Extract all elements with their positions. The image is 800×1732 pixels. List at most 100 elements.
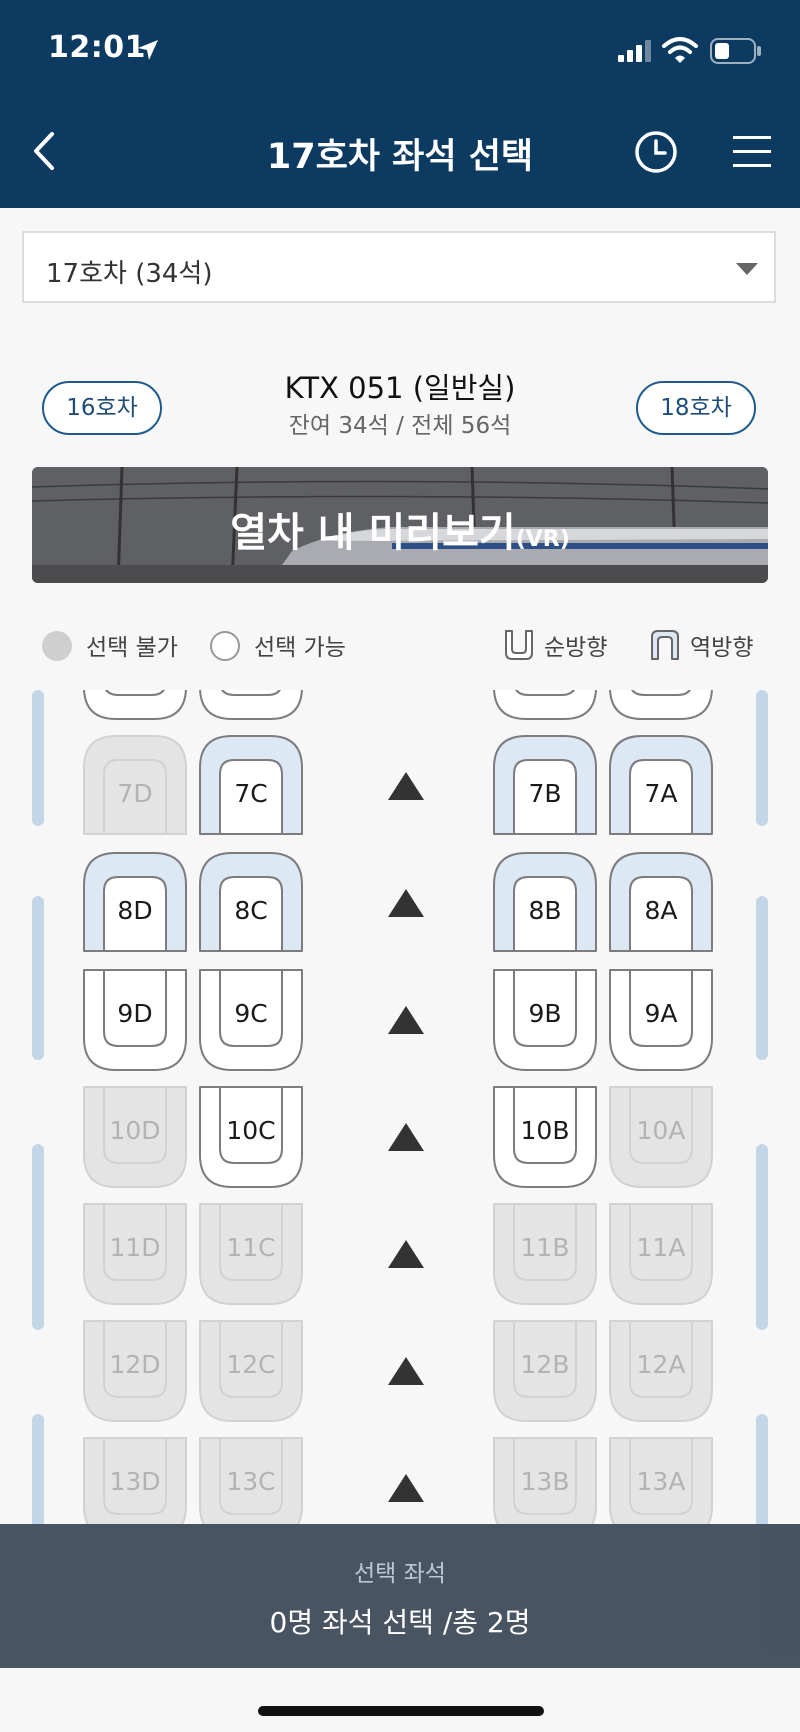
aisle-direction-icon	[388, 1357, 424, 1385]
seat-7B[interactable]: 7B	[492, 734, 598, 838]
seat-label: 11B	[520, 1232, 570, 1262]
aisle-direction-icon	[388, 1006, 424, 1034]
home-area	[0, 1668, 800, 1732]
seat-8B[interactable]: 8B	[492, 851, 598, 955]
menu-button[interactable]	[733, 134, 771, 174]
seat-label: 8B	[528, 895, 562, 925]
seat-label: 7A	[644, 778, 678, 808]
cellular-signal-icon	[618, 40, 651, 62]
seat-label: 13D	[109, 1466, 161, 1496]
selection-count: 0명 좌석 선택 /총 2명	[269, 1606, 531, 1639]
battery-icon	[710, 38, 761, 64]
seat-10A: 10A	[608, 1085, 714, 1189]
hamburger-menu-icon	[733, 136, 771, 167]
seat-10C[interactable]: 10C	[198, 1085, 304, 1189]
seat-label: 9B	[528, 998, 562, 1028]
seat-label: 9D	[117, 998, 153, 1028]
reverse-seat-icon	[651, 630, 679, 660]
seat-label: 7D	[117, 778, 153, 808]
window-wall	[32, 896, 44, 1060]
seat-label: 8D	[117, 895, 153, 925]
aisle-direction-icon	[388, 889, 424, 917]
aisle-direction-icon	[388, 1123, 424, 1151]
selection-panel-title: 선택 좌석	[354, 1561, 446, 1587]
legend-available: 선택 가능	[254, 635, 346, 661]
clock-icon	[635, 131, 677, 173]
seat-13B: 13B	[492, 1436, 598, 1524]
seat-9C[interactable]: 9C	[198, 968, 304, 1072]
seat-label: 12A	[636, 1349, 686, 1379]
seat-label: 12B	[520, 1349, 570, 1379]
seat-7D: 7D	[82, 734, 188, 838]
seat-label: 9C	[234, 998, 268, 1028]
seat-8D[interactable]: 8D	[82, 851, 188, 955]
seat-11B: 11B	[492, 1202, 598, 1306]
next-car-button[interactable]: 18호차	[636, 381, 756, 435]
seat-label: 7B	[528, 778, 562, 808]
vr-preview-label: 열차 내 미리보기(VR)	[230, 510, 570, 556]
legend-reverse: 역방향	[690, 635, 754, 661]
page-title: 17호차 좌석 선택	[266, 137, 534, 177]
seat-7C[interactable]: 7C	[198, 734, 304, 838]
seat-label: 13C	[226, 1466, 276, 1496]
seat-partial	[82, 690, 188, 721]
seat-10D: 10D	[82, 1085, 188, 1189]
seat-label: 12C	[226, 1349, 276, 1379]
window-wall	[756, 896, 768, 1060]
seat-label: 11C	[226, 1232, 276, 1262]
caret-down-icon	[736, 263, 758, 275]
seat-label: 11D	[109, 1232, 161, 1262]
window-wall	[756, 1414, 768, 1524]
seat-12C: 12C	[198, 1319, 304, 1423]
seat-partial	[492, 690, 598, 721]
seat-label: 8C	[234, 895, 268, 925]
seat-partial	[198, 690, 304, 721]
car-select-value: 17호차 (34석)	[46, 259, 213, 289]
seat-9D[interactable]: 9D	[82, 968, 188, 1072]
home-indicator[interactable]	[258, 1706, 544, 1716]
seat-13D: 13D	[82, 1436, 188, 1524]
seat-label: 10D	[109, 1115, 161, 1145]
seat-label: 9A	[644, 998, 678, 1028]
seat-12D: 12D	[82, 1319, 188, 1423]
legend-forward: 순방향	[544, 635, 608, 661]
window-wall	[756, 690, 768, 826]
seat-map: 7D 7C 7B 7A 8D 8C 8B 8A 9D 9C 9B 9A 10D 10C 10B 10A 11D 1…	[0, 690, 800, 1524]
seat-label: 10A	[636, 1115, 686, 1145]
seat-label: 7C	[234, 778, 268, 808]
seat-12B: 12B	[492, 1319, 598, 1423]
seat-8A[interactable]: 8A	[608, 851, 714, 955]
location-arrow-icon	[138, 40, 158, 60]
seat-13C: 13C	[198, 1436, 304, 1524]
vr-preview-banner[interactable]: 열차 내 미리보기(VR)	[32, 467, 768, 583]
status-time: 12:01	[48, 30, 146, 65]
history-button[interactable]	[634, 130, 678, 178]
app-header: 12:01 17호차 좌석 선택	[0, 0, 800, 208]
seat-label: 11A	[636, 1232, 686, 1262]
seat-11A: 11A	[608, 1202, 714, 1306]
wifi-icon	[662, 37, 698, 63]
window-wall	[32, 1414, 44, 1524]
seat-9A[interactable]: 9A	[608, 968, 714, 1072]
seat-13A: 13A	[608, 1436, 714, 1524]
seat-partial	[608, 690, 714, 721]
window-wall	[32, 1144, 44, 1330]
selection-panel[interactable]: 선택 좌석 0명 좌석 선택 /총 2명	[0, 1524, 800, 1668]
seat-9B[interactable]: 9B	[492, 968, 598, 1072]
seat-10B[interactable]: 10B	[492, 1085, 598, 1189]
seat-8C[interactable]: 8C	[198, 851, 304, 955]
seat-label: 10B	[520, 1115, 570, 1145]
seat-7A[interactable]: 7A	[608, 734, 714, 838]
seat-11D: 11D	[82, 1202, 188, 1306]
seat-12A: 12A	[608, 1319, 714, 1423]
legend-unavailable: 선택 불가	[86, 635, 178, 661]
aisle-direction-icon	[388, 1240, 424, 1268]
seat-label: 12D	[109, 1349, 161, 1379]
available-dot-icon	[210, 631, 240, 661]
aisle-direction-icon	[388, 772, 424, 800]
forward-seat-icon	[505, 630, 533, 660]
car-select-dropdown[interactable]: 17호차 (34석)	[22, 231, 776, 303]
seat-11C: 11C	[198, 1202, 304, 1306]
window-wall	[756, 1144, 768, 1330]
window-wall	[32, 690, 44, 826]
